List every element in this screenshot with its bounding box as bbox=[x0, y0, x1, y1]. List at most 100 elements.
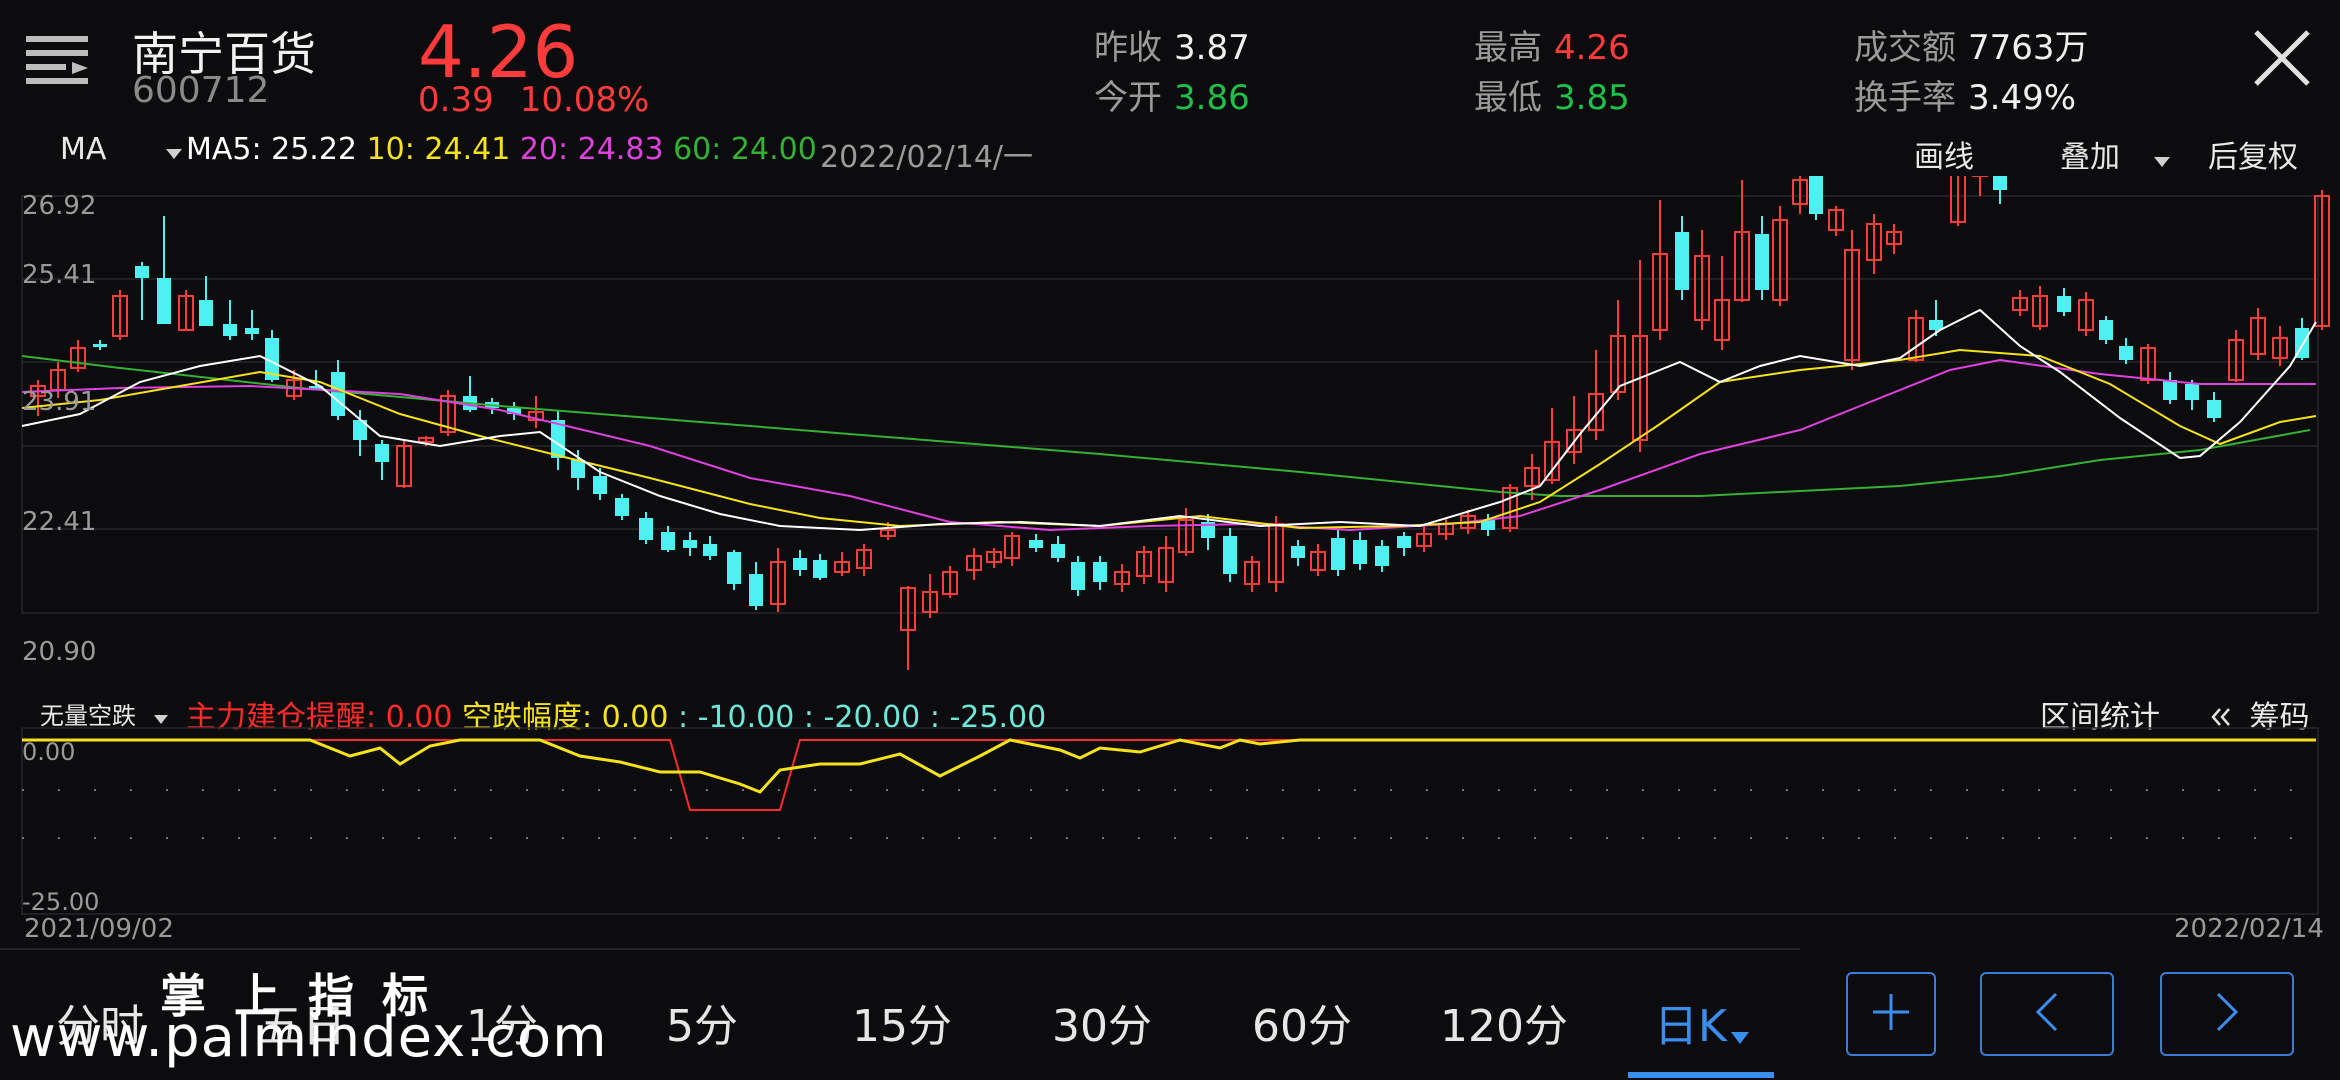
candle-body bbox=[2057, 296, 2071, 312]
candle-body bbox=[1993, 176, 2007, 190]
candle bbox=[1972, 176, 1988, 196]
candle bbox=[1310, 544, 1326, 576]
indicator-chart[interactable]: 0.00 -25.00 bbox=[0, 726, 2340, 916]
ma60-value: 60: 24.00 bbox=[673, 132, 817, 167]
candle-body bbox=[571, 460, 585, 478]
kline-chart[interactable]: 26.92 25.41 23.91 22.41 20.90 bbox=[0, 176, 2340, 684]
stat-turnover-rate: 换手率 3.49% bbox=[1854, 70, 2076, 119]
chevron-down-icon bbox=[165, 132, 182, 167]
candle bbox=[1004, 532, 1020, 566]
candle-body bbox=[245, 328, 259, 334]
indicator-select[interactable]: MA bbox=[60, 132, 182, 172]
indicator-axis-label: -25.00 bbox=[22, 888, 99, 916]
change-amount: 0.39 bbox=[418, 80, 494, 120]
stat-label: 换手率 bbox=[1854, 78, 1956, 118]
candle bbox=[770, 548, 786, 612]
indicator-label: MA bbox=[60, 132, 107, 167]
candle-body bbox=[749, 574, 763, 606]
candle bbox=[2228, 330, 2244, 382]
chevron-left-icon bbox=[2032, 990, 2062, 1038]
prev-button[interactable] bbox=[1980, 972, 2114, 1056]
candle bbox=[1353, 532, 1367, 570]
candle bbox=[1158, 536, 1174, 592]
candle-body bbox=[1755, 234, 1769, 290]
chart-border bbox=[21, 195, 2319, 614]
stat-label: 昨收 bbox=[1094, 28, 1162, 68]
close-icon[interactable] bbox=[2252, 28, 2312, 88]
cursor-date: 2022/02/14/一 bbox=[820, 140, 1034, 175]
stock-code: 600712 bbox=[132, 70, 270, 111]
chevron-right-icon bbox=[2212, 990, 2242, 1038]
indicator-axis: 0.00 -25.00 bbox=[22, 738, 99, 916]
candle bbox=[1093, 556, 1107, 590]
stat-label: 最高 bbox=[1474, 28, 1542, 68]
candle-body bbox=[1051, 544, 1065, 558]
price-axis-label: 26.92 bbox=[22, 191, 96, 221]
caret-down-icon bbox=[1730, 1004, 1749, 1055]
candle bbox=[1223, 528, 1237, 582]
candle bbox=[2207, 392, 2221, 422]
candle-body bbox=[1223, 536, 1237, 574]
candle-body bbox=[331, 372, 345, 416]
price-axis-label: 22.41 bbox=[22, 507, 96, 537]
candle bbox=[1588, 350, 1604, 440]
candle bbox=[942, 566, 958, 598]
candle bbox=[199, 276, 213, 326]
stat-turnover-amount: 成交额 7763万 bbox=[1854, 20, 2089, 69]
candle-body bbox=[2207, 400, 2221, 418]
tab-15min[interactable]: 15分 bbox=[852, 990, 952, 1054]
candle bbox=[1734, 180, 1750, 302]
stat-open: 今开 3.86 bbox=[1094, 70, 1250, 119]
stat-prev-close: 昨收 3.87 bbox=[1094, 20, 1250, 69]
menu-icon[interactable] bbox=[26, 34, 90, 88]
tab-daily-k[interactable]: 日K bbox=[1654, 990, 1749, 1055]
candle-body bbox=[683, 540, 697, 548]
candle bbox=[1809, 176, 1823, 220]
candle bbox=[661, 526, 675, 552]
candle-body bbox=[2163, 380, 2177, 400]
candle bbox=[703, 536, 717, 560]
tab-60min[interactable]: 60分 bbox=[1252, 990, 1352, 1054]
draw-line-button[interactable]: 画线 bbox=[1914, 132, 1974, 175]
candle-body bbox=[727, 552, 741, 584]
candle bbox=[1632, 260, 1648, 452]
plus-icon bbox=[1869, 990, 1913, 1038]
divider bbox=[0, 948, 1800, 950]
candle bbox=[396, 440, 412, 488]
candle bbox=[986, 548, 1002, 568]
stat-low: 最低 3.85 bbox=[1474, 70, 1630, 119]
candle bbox=[1375, 540, 1389, 572]
candle bbox=[2119, 338, 2133, 364]
candle bbox=[1331, 530, 1345, 576]
overlay-button[interactable]: 叠加 bbox=[2060, 132, 2170, 175]
date-start: 2021/09/02 bbox=[24, 914, 174, 944]
ma20-value: 20: 24.83 bbox=[519, 132, 664, 167]
candle bbox=[135, 262, 149, 320]
next-button[interactable] bbox=[2160, 972, 2294, 1056]
ma5-value: MA5: 25.22 bbox=[186, 132, 358, 167]
candle bbox=[1268, 516, 1284, 592]
candle bbox=[683, 532, 697, 556]
candle bbox=[1886, 224, 1902, 254]
stat-value: 3.86 bbox=[1174, 78, 1250, 118]
zoom-in-button[interactable] bbox=[1846, 972, 1936, 1056]
candle bbox=[1051, 536, 1065, 562]
tab-120min[interactable]: 120分 bbox=[1440, 990, 1568, 1054]
tab-5min[interactable]: 5分 bbox=[666, 990, 738, 1054]
candle bbox=[507, 402, 521, 420]
stat-high: 最高 4.26 bbox=[1474, 20, 1630, 69]
stat-value: 3.87 bbox=[1174, 28, 1250, 68]
candle bbox=[70, 340, 86, 372]
candle bbox=[2099, 316, 2113, 344]
candle bbox=[2057, 288, 2071, 316]
price-change: 0.39 10.08% bbox=[418, 80, 675, 120]
candle bbox=[834, 552, 850, 576]
tab-30min[interactable]: 30分 bbox=[1052, 990, 1152, 1054]
candle bbox=[1792, 176, 1808, 214]
stat-label: 最低 bbox=[1474, 78, 1542, 118]
candle-body bbox=[1375, 546, 1389, 566]
candle bbox=[2078, 292, 2094, 336]
ma20-line bbox=[21, 358, 2316, 532]
adjust-button[interactable]: 后复权 bbox=[2208, 132, 2298, 175]
candle bbox=[157, 216, 171, 324]
